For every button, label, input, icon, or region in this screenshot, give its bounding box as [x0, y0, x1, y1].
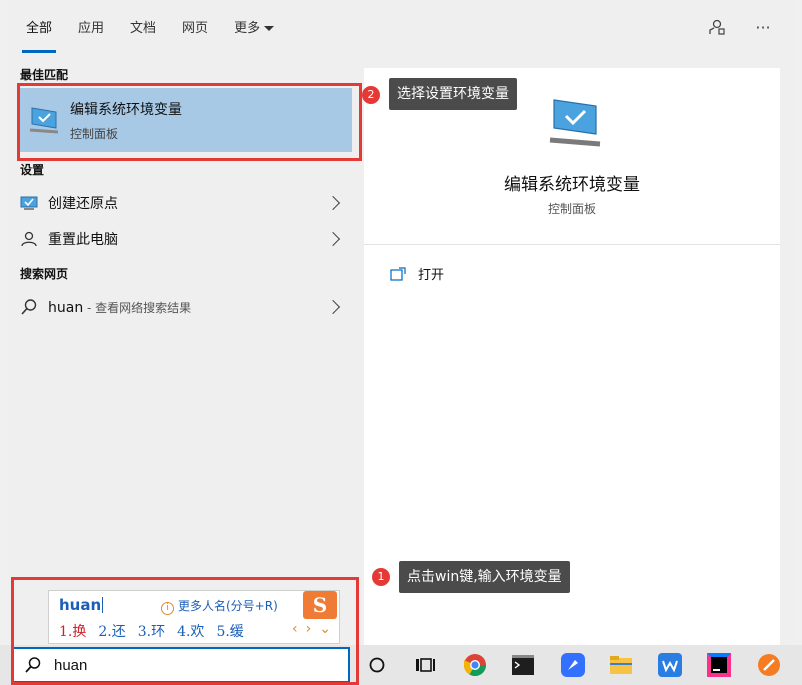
intellij-icon[interactable]	[706, 652, 732, 678]
terminal-icon[interactable]	[510, 652, 536, 678]
wps-icon[interactable]	[657, 652, 683, 678]
web-search-heading: 搜索网页	[20, 267, 69, 281]
detail-title: 编辑系统环境变量	[504, 175, 640, 195]
open-label: 打开	[418, 268, 445, 283]
tab-documents[interactable]: 文档	[130, 0, 156, 55]
monitor-check-icon	[549, 99, 601, 147]
chevron-right-icon[interactable]	[325, 299, 341, 315]
chevron-right-icon[interactable]	[325, 195, 341, 211]
settings-heading: 设置	[20, 163, 45, 177]
annotation-badge-2: 2	[362, 86, 380, 104]
open-icon	[390, 266, 406, 281]
chrome-icon[interactable]	[462, 652, 488, 678]
best-match-heading: 最佳匹配	[20, 68, 69, 82]
web-search-query: huan	[48, 299, 84, 316]
tab-more-label: 更多	[234, 21, 261, 36]
app-icon[interactable]	[756, 652, 782, 678]
web-search-suffix: - 查看网络搜索结果	[83, 300, 192, 315]
annotation-callout-2: 选择设置环境变量	[389, 78, 517, 110]
annotation-callout-1: 点击win键,输入环境变量	[399, 561, 570, 593]
settings-item-restore-point[interactable]: 创建还原点	[8, 186, 348, 220]
detail-pane: 编辑系统环境变量 控制面板 打开	[364, 68, 780, 645]
settings-item-label: 创建还原点	[48, 196, 118, 212]
annotation-box-best-match	[17, 83, 362, 161]
open-action[interactable]: 打开	[390, 264, 444, 283]
web-search-item[interactable]: huan - 查看网络搜索结果	[8, 290, 348, 324]
settings-item-label: 重置此电脑	[48, 232, 118, 248]
divider	[364, 244, 780, 245]
file-explorer-icon[interactable]	[608, 652, 634, 678]
tab-apps[interactable]: 应用	[78, 0, 104, 55]
feishu-icon[interactable]	[560, 652, 586, 678]
tab-all[interactable]: 全部	[21, 0, 57, 55]
monitor-check-icon	[20, 194, 38, 212]
tab-more[interactable]: 更多	[234, 0, 275, 55]
multitask-icon[interactable]	[412, 652, 438, 678]
reset-pc-icon	[20, 230, 38, 248]
caret-down-icon	[264, 26, 275, 31]
settings-item-reset-pc[interactable]: 重置此电脑	[8, 222, 348, 256]
feedback-icon[interactable]	[708, 18, 726, 36]
detail-subtitle: 控制面板	[547, 202, 596, 216]
task-view-icon[interactable]	[364, 652, 390, 678]
top-actions: ···	[708, 18, 772, 37]
annotation-badge-1: 1	[372, 568, 390, 586]
search-icon	[20, 298, 38, 316]
filter-tabs: 全部 应用 文档 网页 更多	[8, 0, 794, 55]
chevron-right-icon[interactable]	[325, 231, 341, 247]
tab-web[interactable]: 网页	[182, 0, 208, 55]
annotation-box-search	[11, 577, 359, 685]
more-icon[interactable]: ···	[754, 18, 772, 37]
